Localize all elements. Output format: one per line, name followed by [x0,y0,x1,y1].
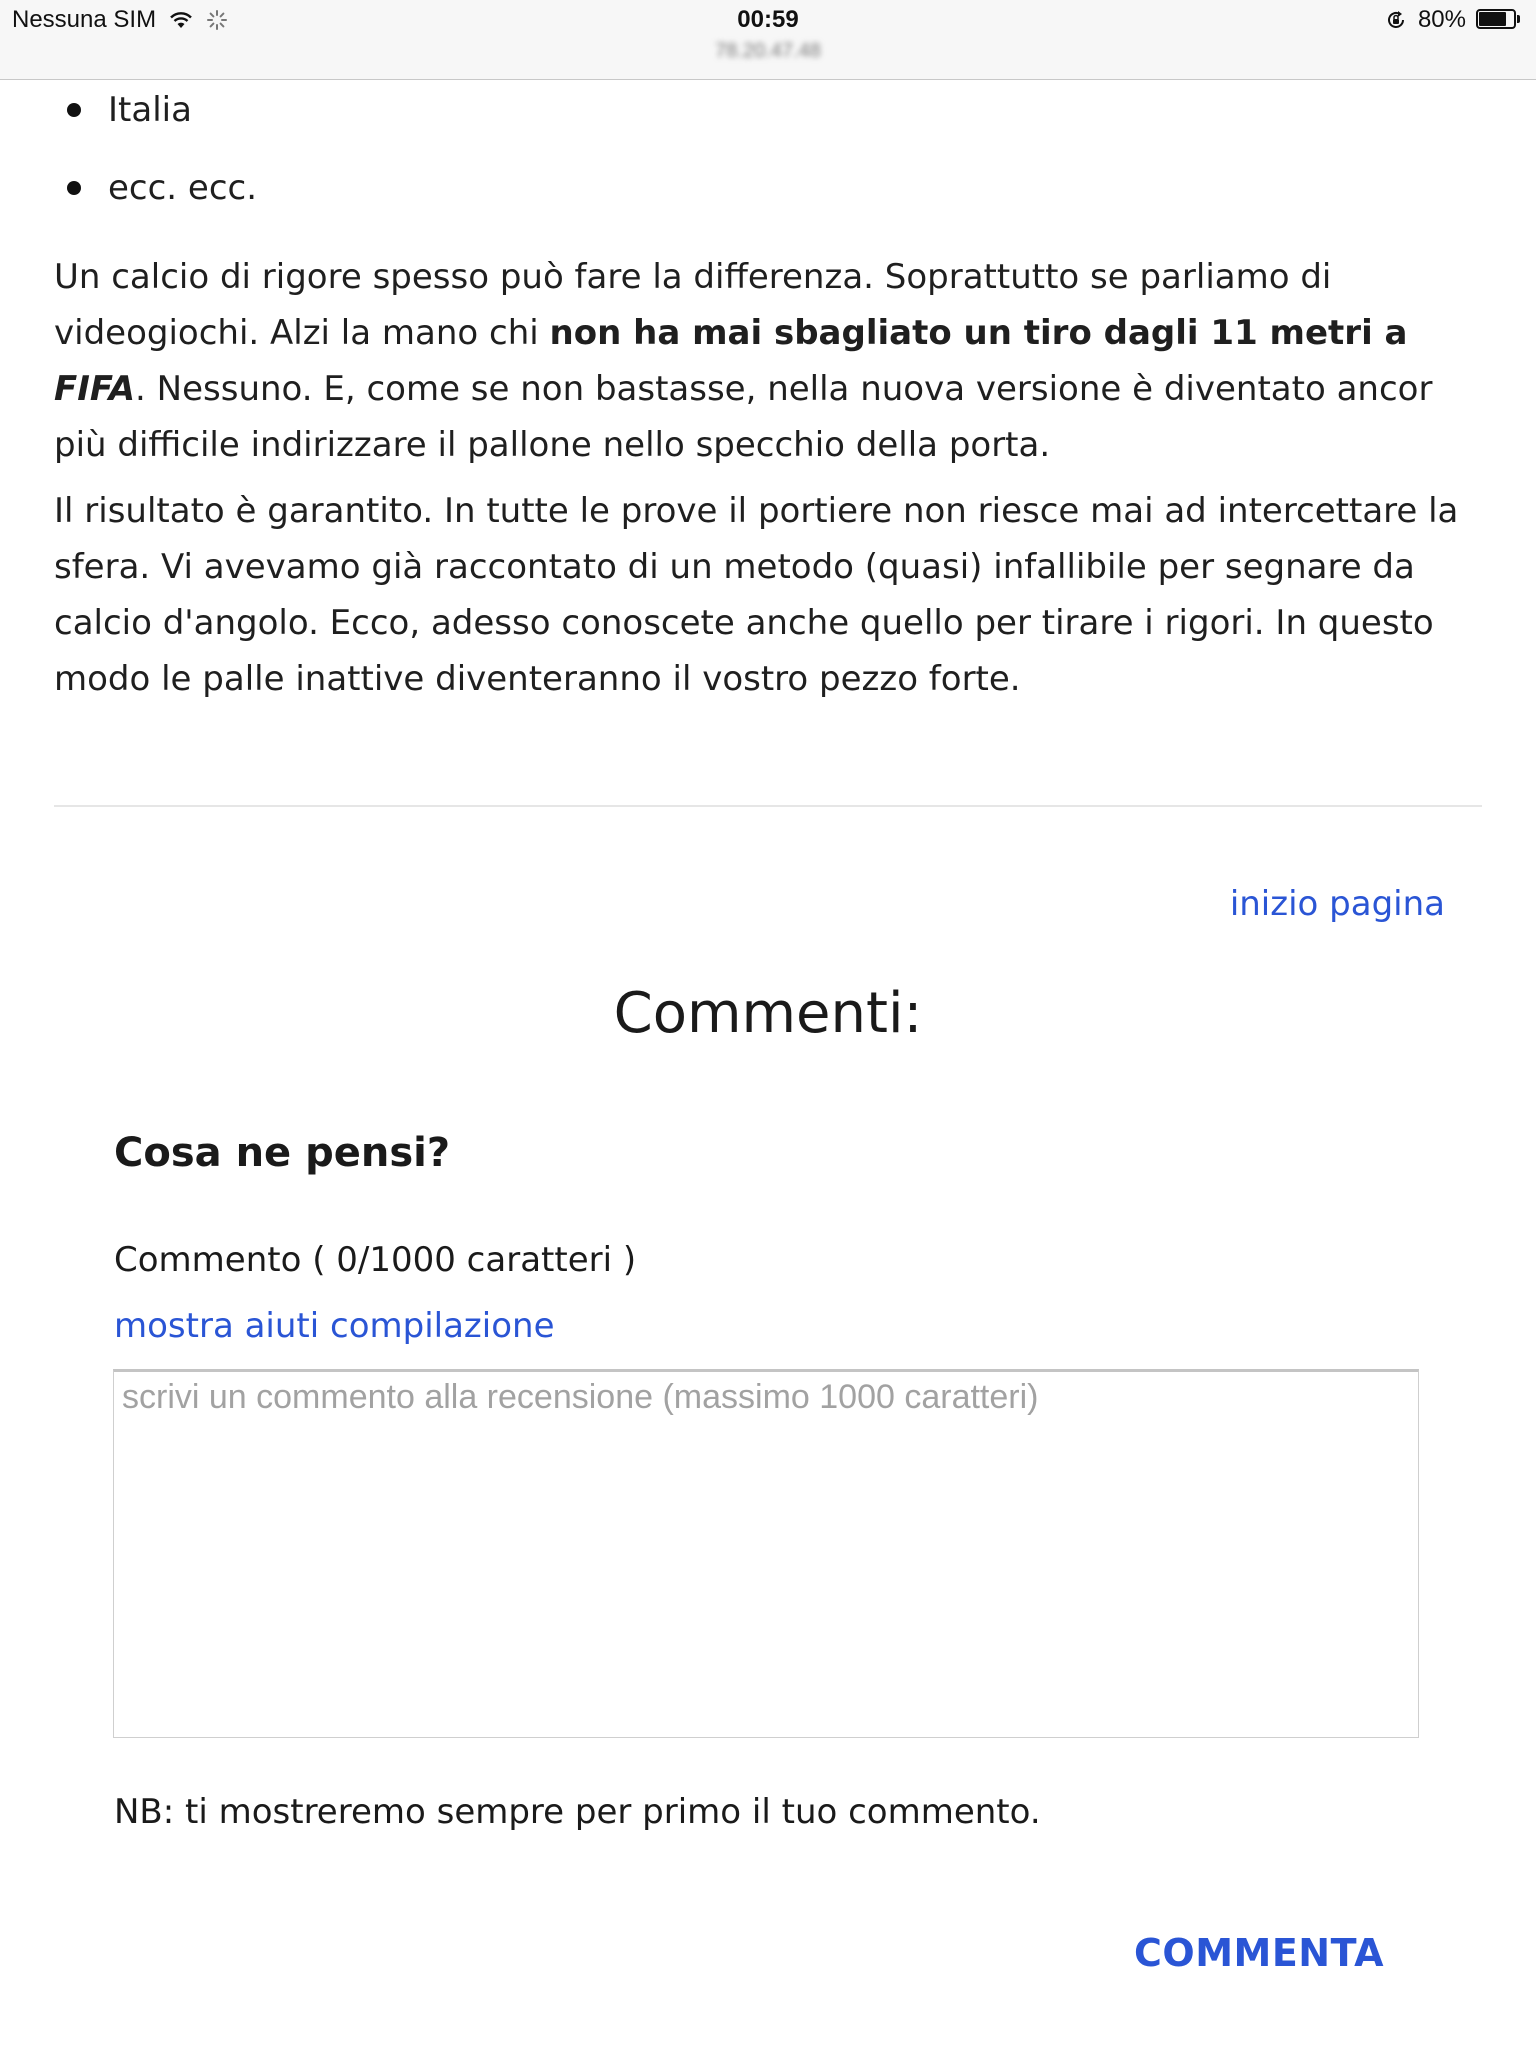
paragraph-text: . Nessuno. E, come se non bastasse, nell… [54,369,1433,465]
paragraph-bold-text: non ha mai sbagliato un tiro dagli 11 me… [549,313,1408,353]
battery-icon [1476,9,1522,31]
bullet-icon [67,103,81,117]
bullet-icon [67,181,81,195]
back-to-top-link[interactable]: inizio pagina [1230,884,1445,924]
paragraph-bold-italic-text: FIFA [54,369,136,409]
bullet-list: Italia ecc. ecc. [54,93,1484,205]
article-paragraph-1: Un calcio di rigore spesso può fare la d… [54,249,1484,473]
submit-comment-button[interactable]: COMMENTA [1134,1931,1384,1975]
list-item: Italia [54,93,1484,127]
status-right: 80% [1384,6,1522,34]
comment-textarea[interactable] [113,1369,1419,1738]
show-help-link[interactable]: mostra aiuti compilazione [114,1306,555,1346]
battery-percent: 80% [1417,6,1466,33]
list-item: ecc. ecc. [54,171,1484,205]
battery-level-fill [1479,12,1506,26]
section-divider [54,805,1482,807]
article-body: Italia ecc. ecc. Un calcio di rigore spe… [54,79,1484,717]
comment-field-label: Commento ( 0/1000 caratteri ) [114,1240,637,1280]
comment-note: NB: ti mostreremo sempre per primo il tu… [114,1792,1041,1832]
comment-form-title: Cosa ne pensi? [114,1130,451,1176]
rotation-lock-icon [1384,8,1408,32]
list-item-text: Italia [108,90,192,130]
list-item-text: ecc. ecc. [108,168,258,208]
article-paragraph-2: Il risultato è garantito. In tutte le pr… [54,491,1459,699]
status-bar: Nessuna SIM 00:59 78.20.47.48 80% [0,0,1536,80]
status-time: 00:59 [737,6,799,33]
page-url: 78.20.47.48 [715,40,821,62]
comments-heading: Commenti: [613,981,923,1046]
